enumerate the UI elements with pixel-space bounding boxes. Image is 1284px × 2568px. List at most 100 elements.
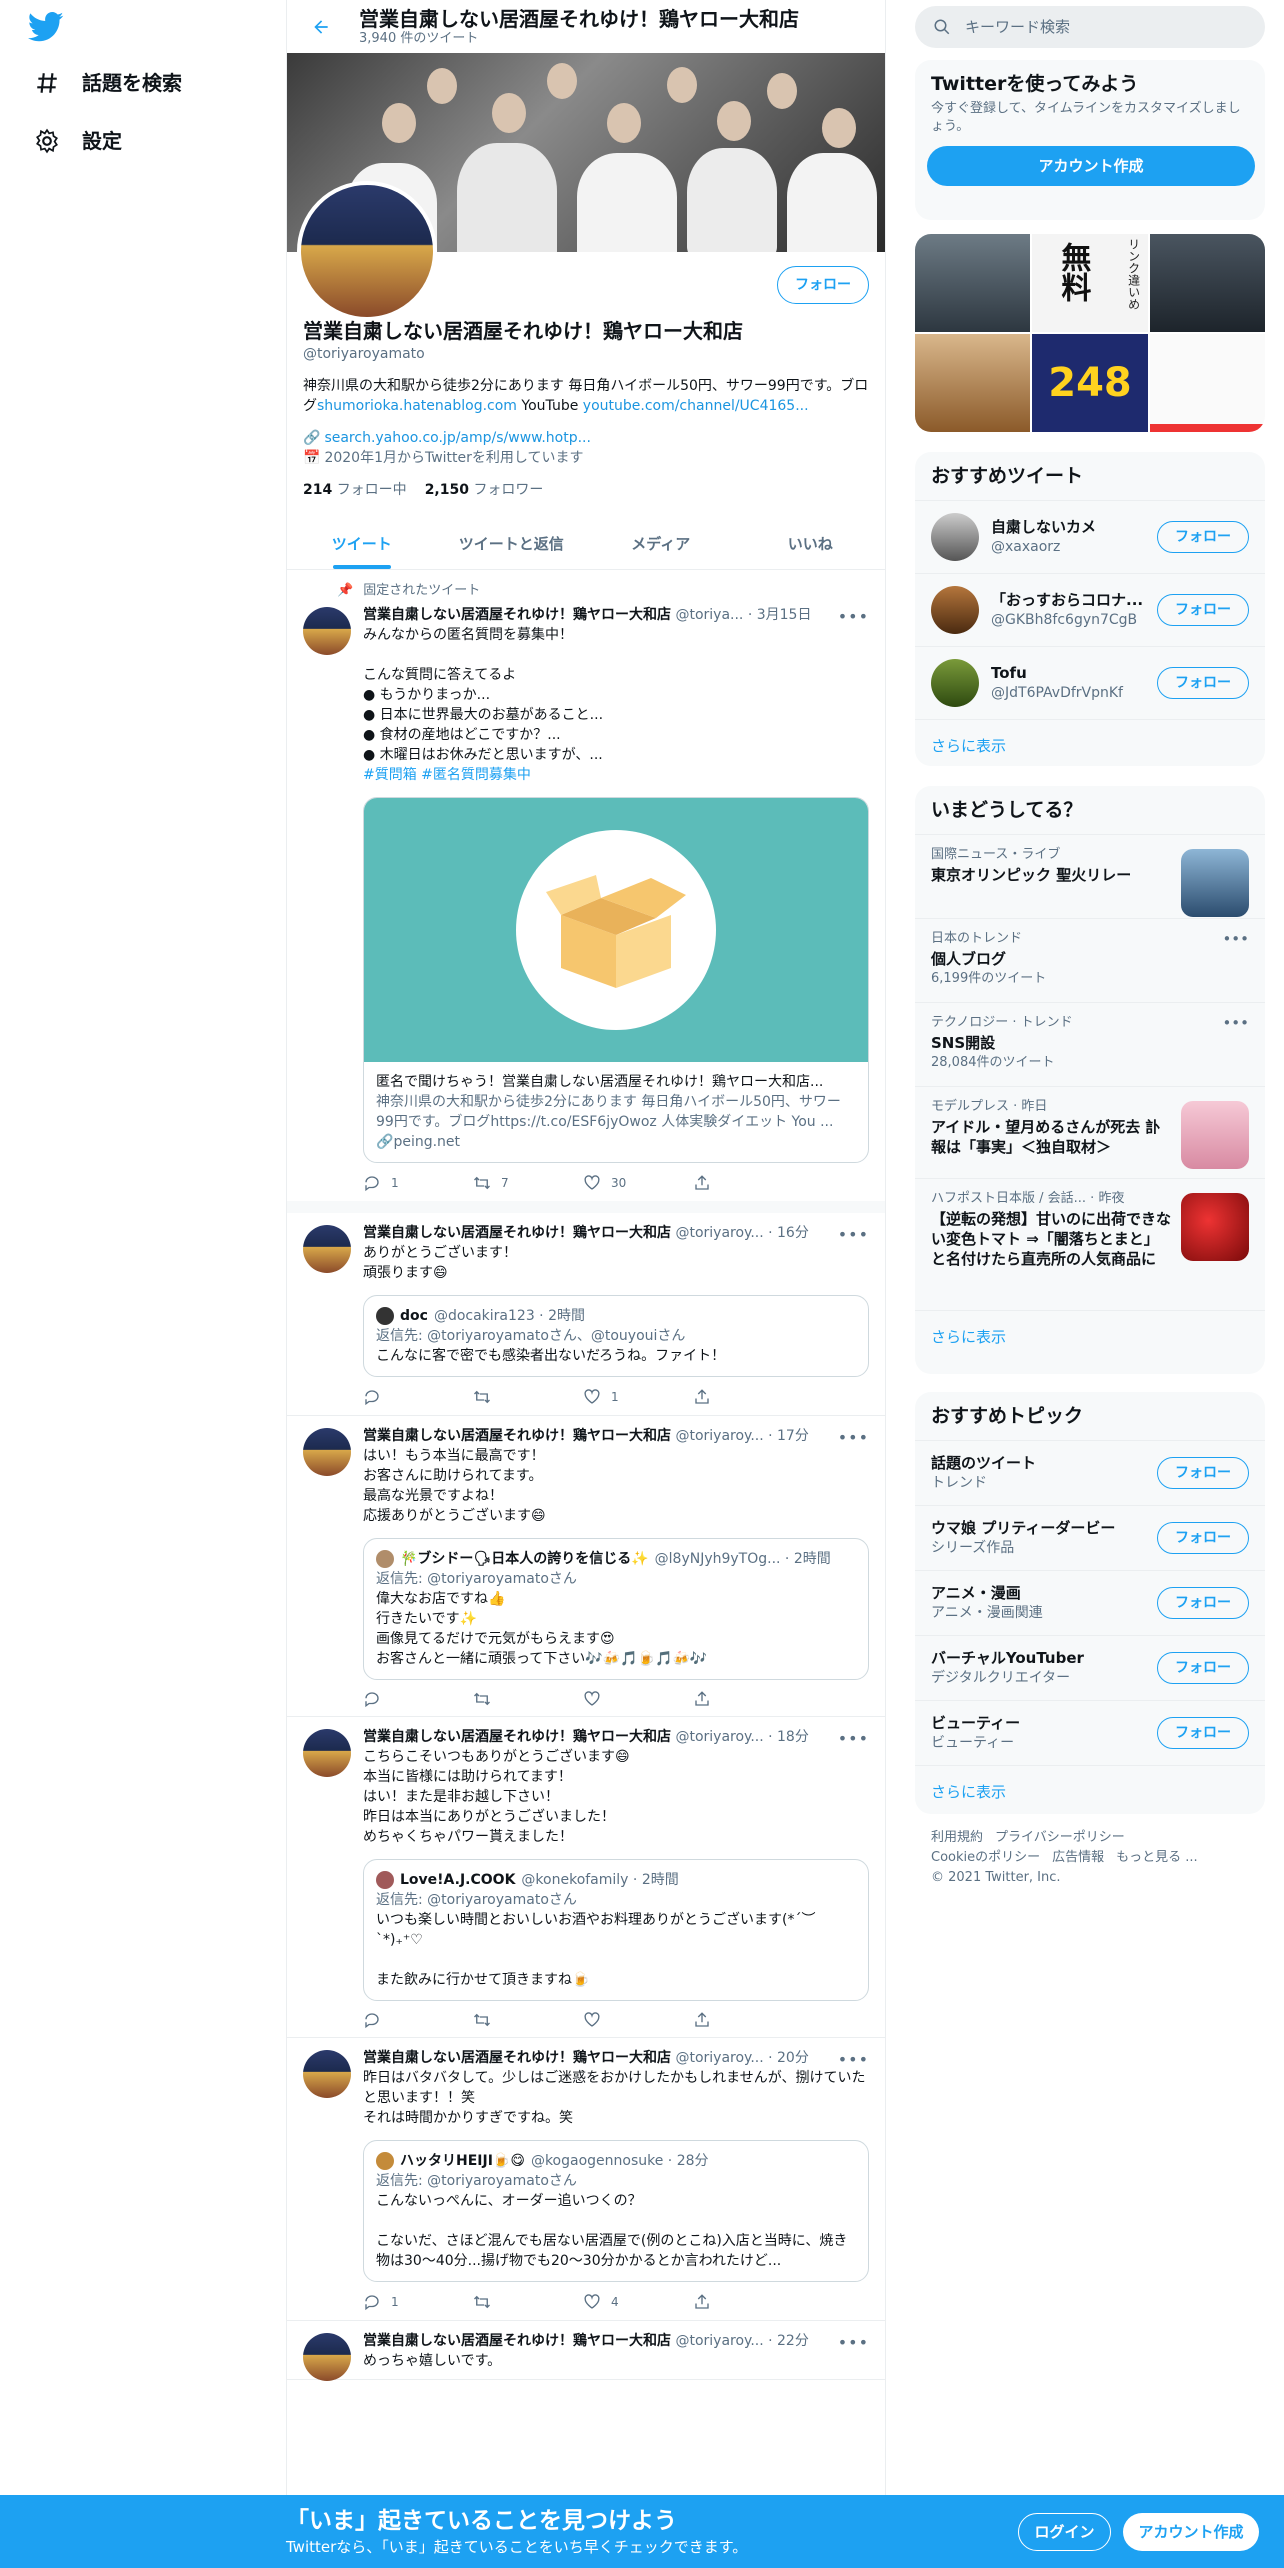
follow-button[interactable]: フォロー (1157, 1652, 1249, 1684)
retweet-button[interactable]: 7 (473, 1173, 573, 1193)
search-input[interactable]: キーワード検索 (915, 6, 1265, 48)
profile-follow-button[interactable]: フォロー (777, 266, 869, 304)
quoted-tweet[interactable]: ハッタリHEIJI🍺😋 @kogaogennosuke · 28分 返信先: @t… (363, 2140, 869, 2282)
trend-item[interactable]: テクノロジー · トレンド SNS開設 28,084件のツイート ••• (915, 1002, 1265, 1086)
trend-item[interactable]: ハフポスト日本版 / 会話... · 昨夜 【逆転の発想】甘いのに出荷できない変… (915, 1178, 1265, 1310)
follow-button[interactable]: フォロー (1157, 1522, 1249, 1554)
tweet-avatar[interactable] (303, 1428, 351, 1476)
reply-button[interactable]: 1 (363, 1173, 463, 1193)
followers-link[interactable]: 2,150 フォロワー (425, 480, 544, 500)
footer-cookie[interactable]: Cookieのポリシー (931, 1850, 1040, 1865)
profile-avatar[interactable] (297, 181, 437, 321)
media-thumb[interactable] (915, 234, 1031, 332)
like-button[interactable] (583, 1690, 683, 1708)
footer-ads[interactable]: 広告情報 (1052, 1850, 1104, 1865)
back-arrow-icon[interactable] (305, 11, 337, 43)
trend-item[interactable]: モデルプレス · 昨日 アイドル・望月めるさんが死去 訃報は「事実」＜独自取材＞ (915, 1086, 1265, 1178)
tweet-pinned[interactable]: 📌 固定されたツイート ••• 営業自粛しない居酒屋それゆけ！鶏ヤロー大和店 @t… (287, 571, 885, 1213)
trend-item[interactable]: 日本のトレンド 個人ブログ 6,199件のツイート ••• (915, 918, 1265, 1002)
like-button[interactable]: 1 (583, 1387, 683, 1407)
tweet-avatar[interactable] (303, 2333, 351, 2381)
share-button[interactable] (693, 2011, 793, 2029)
login-button[interactable]: ログイン (1018, 2513, 1111, 2551)
tweet-author[interactable]: 営業自粛しない居酒屋それゆけ！鶏ヤロー大和店 (363, 607, 671, 623)
reply-button[interactable] (363, 1387, 463, 1407)
like-button[interactable]: 4 (583, 2292, 683, 2312)
footer-privacy[interactable]: プライバシーポリシー (995, 1830, 1125, 1845)
more-icon[interactable]: ••• (838, 1428, 869, 1448)
share-button[interactable] (693, 1387, 793, 1407)
tweet[interactable]: ••• 営業自粛しない居酒屋それゆけ！鶏ヤロー大和店 @toriyaroy...… (287, 2038, 885, 2321)
tweet[interactable]: ••• 営業自粛しない居酒屋それゆけ！鶏ヤロー大和店 @toriyaroy...… (287, 1717, 885, 2038)
reply-button[interactable] (363, 1690, 463, 1708)
retweet-button[interactable] (473, 1387, 573, 1407)
trend-item[interactable]: 国際ニュース・ライブ 東京オリンピック 聖火リレー (915, 834, 1265, 918)
follow-button[interactable]: フォロー (1157, 521, 1249, 553)
share-button[interactable] (693, 2292, 793, 2312)
tweet-avatar[interactable] (303, 1225, 351, 1273)
tweet-avatar[interactable] (303, 607, 351, 655)
topic-item[interactable]: ウマ娘 プリティーダービー シリーズ作品 フォロー (915, 1505, 1265, 1570)
topic-item[interactable]: 話題のツイート トレンド フォロー (915, 1440, 1265, 1505)
follow-button[interactable]: フォロー (1157, 667, 1249, 699)
following-link[interactable]: 214 フォロー中 (303, 480, 407, 500)
more-icon[interactable]: ••• (838, 2333, 869, 2353)
like-button[interactable] (583, 2011, 683, 2029)
tweet[interactable]: ••• 営業自粛しない居酒屋それゆけ！鶏ヤロー大和店 @toriyaroy...… (287, 2321, 885, 2381)
reply-button[interactable]: 1 (363, 2292, 463, 2312)
nav-settings[interactable]: 設定 (34, 124, 122, 158)
media-thumb[interactable] (1149, 234, 1265, 332)
show-more-link[interactable]: さらに表示 (915, 1765, 1265, 1814)
tweet[interactable]: ••• 営業自粛しない居酒屋それゆけ！鶏ヤロー大和店 @toriyaroy...… (287, 1416, 885, 1717)
tweet-avatar[interactable] (303, 1729, 351, 1777)
share-button[interactable] (693, 1173, 793, 1193)
more-icon[interactable]: ••• (1222, 929, 1249, 949)
follow-button[interactable]: フォロー (1157, 1587, 1249, 1619)
follow-button[interactable]: フォロー (1157, 594, 1249, 626)
footer-terms[interactable]: 利用規約 (931, 1830, 983, 1845)
tab-tweets[interactable]: ツイート (287, 518, 437, 569)
topic-item[interactable]: アニメ・漫画 アニメ・漫画関連 フォロー (915, 1570, 1265, 1635)
bio-link-blog[interactable]: shumorioka.hatenablog.com (317, 398, 517, 414)
more-icon[interactable]: ••• (838, 1729, 869, 1749)
more-icon[interactable]: ••• (1222, 1013, 1249, 1033)
retweet-button[interactable] (473, 2011, 573, 2029)
retweet-button[interactable] (473, 1690, 573, 1708)
tweet-author[interactable]: 営業自粛しない居酒屋それゆけ！鶏ヤロー大和店 (363, 2050, 671, 2066)
recommended-account[interactable]: 自粛しないカメ @xaxaorz フォロー (915, 500, 1265, 573)
media-grid[interactable]: 無料 リンク違いめ 248 (915, 234, 1265, 432)
show-more-link[interactable]: さらに表示 (915, 719, 1265, 766)
tweet[interactable]: ••• 営業自粛しない居酒屋それゆけ！鶏ヤロー大和店 @toriyaroy...… (287, 1213, 885, 1416)
tweet-avatar[interactable] (303, 2050, 351, 2098)
tweet-author[interactable]: 営業自粛しない居酒屋それゆけ！鶏ヤロー大和店 (363, 1225, 671, 1241)
quoted-tweet[interactable]: Love!A.J.COOK @konekofamily · 2時間 返信先: @t… (363, 1859, 869, 2001)
media-thumb[interactable]: 無料 リンク違いめ (1032, 234, 1148, 332)
tweet-author[interactable]: 営業自粛しない居酒屋それゆけ！鶏ヤロー大和店 (363, 2333, 671, 2349)
bio-link-youtube[interactable]: youtube.com/channel/UC4165... (583, 398, 809, 414)
profile-website-link[interactable]: search.yahoo.co.jp/amp/s/www.hotp... (324, 428, 591, 448)
media-thumb[interactable] (1149, 334, 1265, 432)
quoted-tweet[interactable]: 🎋ブシドー🗣日本人の誇りを信じる✨ @l8yNJyh9yTOg... · 2時間 … (363, 1538, 869, 1680)
tweet-hashtags[interactable]: #質問箱 #匿名質問募集中 (363, 765, 869, 785)
signup-bottom-button[interactable]: アカウント作成 (1123, 2513, 1259, 2551)
quoted-tweet[interactable]: doc @docakira123 · 2時間 返信先: @toriyaroyama… (363, 1295, 869, 1377)
show-more-link[interactable]: さらに表示 (915, 1310, 1265, 1362)
footer-more[interactable]: もっと見る ... (1116, 1850, 1198, 1865)
more-icon[interactable]: ••• (838, 2050, 869, 2070)
tweet-author[interactable]: 営業自粛しない居酒屋それゆけ！鶏ヤロー大和店 (363, 1729, 671, 1745)
recommended-account[interactable]: Tofu @JdT6PAvDfrVpnKf フォロー (915, 646, 1265, 719)
nav-explore[interactable]: 話題を検索 (34, 66, 182, 100)
topic-item[interactable]: バーチャルYouTuber デジタルクリエイター フォロー (915, 1635, 1265, 1700)
signup-button[interactable]: アカウント作成 (927, 146, 1255, 186)
share-button[interactable] (693, 1690, 793, 1708)
media-thumb[interactable]: 248 (1032, 334, 1148, 432)
tab-tweets-replies[interactable]: ツイートと返信 (437, 518, 587, 569)
like-button[interactable]: 30 (583, 1173, 683, 1193)
follow-button[interactable]: フォロー (1157, 1457, 1249, 1489)
retweet-button[interactable] (473, 2292, 573, 2312)
more-icon[interactable]: ••• (838, 1225, 869, 1245)
link-card[interactable]: 匿名で聞けちゃう！営業自粛しない居酒屋それゆけ！鶏ヤロー大和店... 神奈川県の… (363, 797, 869, 1163)
twitter-bird-icon[interactable] (28, 12, 64, 42)
recommended-account[interactable]: 「おっすおらコロナ... @GKBh8fc6gyn7CgB フォロー (915, 573, 1265, 646)
more-icon[interactable]: ••• (838, 607, 869, 627)
